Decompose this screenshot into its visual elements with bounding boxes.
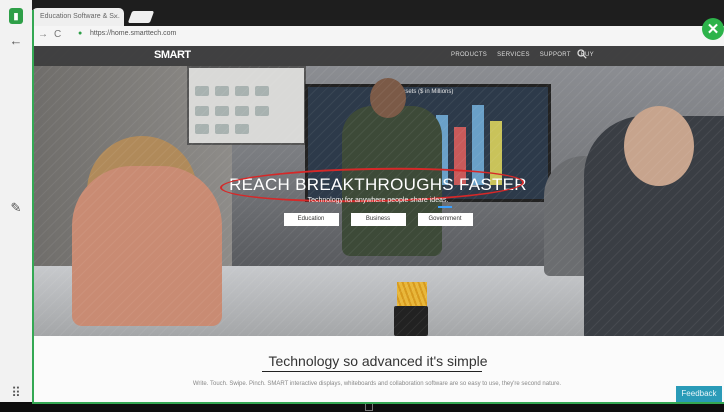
nav-services[interactable]: SERVICES	[497, 52, 530, 58]
address-bar: → C ● https://home.smarttech.com ☆	[32, 26, 724, 47]
hero-photo-whiteboard	[187, 66, 306, 145]
hero-photo-man-head	[624, 106, 694, 186]
tab-close-icon[interactable]: ×	[113, 8, 118, 26]
app-icon[interactable]: ▮	[9, 8, 23, 24]
url-field[interactable]: https://home.smarttech.com	[90, 30, 176, 37]
forward-icon[interactable]: →	[38, 29, 48, 40]
grid-icon[interactable]: ⠿	[6, 383, 26, 403]
section-body: Write. Touch. Swipe. Pinch. SMART intera…	[192, 381, 562, 387]
education-button[interactable]: Education	[283, 213, 339, 226]
ink-underline-annotation	[438, 206, 452, 208]
hero-banner: and Net Assets ($ in Millions) REACH BRE…	[32, 46, 724, 336]
pen-icon[interactable]: ✎	[6, 198, 26, 218]
smart-logo[interactable]: SMART	[154, 49, 191, 61]
hero-subtitle: Technology for anywhere people share ide…	[307, 197, 449, 204]
business-button[interactable]: Business	[350, 213, 406, 226]
site-nav: PRODUCTS SERVICES SUPPORT BUY	[451, 52, 594, 58]
site-header: SMART PRODUCTS SERVICES SUPPORT BUY	[32, 46, 724, 66]
browser-tab[interactable]: Education Software & S... ×	[32, 8, 124, 26]
nav-support[interactable]: SUPPORT	[540, 52, 571, 58]
back-icon[interactable]: ←	[6, 30, 26, 50]
tab-strip: Education Software & S... ×	[32, 0, 724, 26]
taskbar-window-icon[interactable]	[365, 403, 373, 411]
annotation-toolbar: ▮ ← ✎ ⠿	[0, 0, 33, 412]
close-annotation-icon[interactable]: ✕	[702, 18, 724, 40]
lock-icon: ●	[78, 30, 83, 37]
tab-title: Education Software & S...	[40, 13, 120, 20]
intro-section: Technology so advanced it's simple Write…	[32, 336, 724, 402]
government-button[interactable]: Government	[417, 213, 473, 226]
new-tab-button[interactable]	[127, 11, 155, 23]
taskbar	[0, 402, 724, 412]
section-title: Technology so advanced it's simple	[268, 353, 488, 369]
pencil-cup-image	[394, 306, 428, 336]
hero-buttons: Education Business Government	[32, 213, 724, 226]
reload-icon[interactable]: C	[54, 29, 61, 40]
feedback-button[interactable]: Feedback	[676, 386, 722, 402]
pencils-image	[397, 282, 427, 308]
hero-photo-presenter-head	[370, 78, 406, 118]
nav-products[interactable]: PRODUCTS	[451, 52, 487, 58]
ink-underline-section	[262, 371, 482, 372]
search-icon[interactable]	[577, 49, 587, 62]
